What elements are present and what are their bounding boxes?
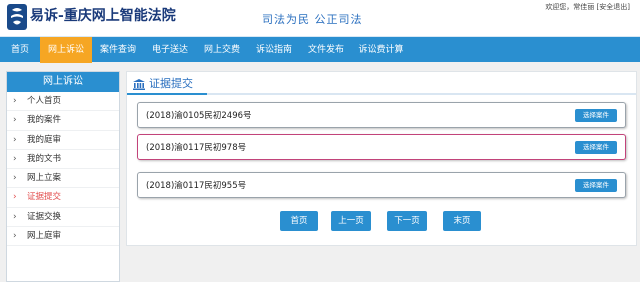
- main-nav: 首页 网上诉讼 案件查询 电子送达 网上交费 诉讼指南 文件发布 诉讼费计算: [0, 36, 640, 63]
- sidebar-item-label: 证据提交: [27, 192, 62, 203]
- page-title-text: 证据提交: [149, 77, 193, 90]
- chevron-right-icon: ›: [13, 115, 17, 126]
- page-title: 证据提交: [133, 75, 193, 93]
- nav-online-payment[interactable]: 网上交费: [196, 37, 248, 63]
- sidebar-item-my-cases[interactable]: › 我的案件: [7, 111, 119, 131]
- slogan: 司法为民 公正司法: [262, 13, 363, 26]
- pager-last-button[interactable]: 末页: [443, 211, 481, 231]
- sidebar-item-online-filing[interactable]: › 网上立案: [7, 169, 119, 189]
- nav-online-litigation[interactable]: 网上诉讼: [40, 37, 92, 63]
- chevron-right-icon: ›: [13, 231, 17, 242]
- sidebar-item-label: 我的庭审: [27, 134, 62, 145]
- chevron-right-icon: ›: [13, 211, 17, 222]
- nav-file-release[interactable]: 文件发布: [300, 37, 352, 63]
- sidebar-item-label: 证据交换: [27, 211, 62, 222]
- sidebar-item-my-hearings[interactable]: › 我的庭审: [7, 131, 119, 150]
- chevron-right-icon: ›: [13, 192, 17, 203]
- case-number: (2018)渝0117民初978号: [146, 143, 247, 153]
- top-header: 易诉-重庆网上智能法院 司法为民 公正司法 欢迎您，常佳丽 [安全退出]: [0, 0, 640, 36]
- chevron-right-icon: ›: [13, 173, 17, 184]
- case-card: (2018)渝0117民初978号 选择案件: [137, 134, 626, 160]
- select-case-button[interactable]: 选择案件: [575, 109, 617, 122]
- select-case-button[interactable]: 选择案件: [575, 141, 617, 154]
- chevron-right-icon: ›: [13, 153, 17, 164]
- main-panel: 证据提交 (2018)渝0105民初2496号 选择案件 (2018)渝0117…: [126, 71, 637, 246]
- sidebar-title: 网上诉讼: [7, 72, 119, 92]
- select-case-button[interactable]: 选择案件: [575, 179, 617, 192]
- title-divider-accent: [127, 93, 207, 95]
- sidebar-item-label: 我的文书: [27, 153, 62, 164]
- sidebar-item-online-hearing[interactable]: › 网上庭审: [7, 227, 119, 247]
- chevron-right-icon: ›: [13, 134, 17, 145]
- sidebar-item-evidence-exchange[interactable]: › 证据交换: [7, 208, 119, 228]
- pager-next-button[interactable]: 下一页: [387, 211, 427, 231]
- case-card: (2018)渝0105民初2496号 选择案件: [137, 102, 626, 128]
- sidebar-item-label: 个人首页: [27, 96, 62, 106]
- case-card: (2018)渝0117民初955号 选择案件: [137, 172, 626, 198]
- courthouse-icon: [133, 78, 145, 90]
- sidebar-item-label: 网上立案: [27, 173, 62, 184]
- pager-prev-button[interactable]: 上一页: [331, 211, 371, 231]
- nav-home[interactable]: 首页: [0, 37, 40, 63]
- nav-case-query[interactable]: 案件查询: [92, 37, 144, 63]
- pager-first-button[interactable]: 首页: [280, 211, 318, 231]
- sidebar-item-personal-home[interactable]: › 个人首页: [7, 92, 119, 112]
- sidebar-item-label: 我的案件: [27, 115, 62, 126]
- nav-litigation-guide[interactable]: 诉讼指南: [248, 37, 300, 63]
- chevron-right-icon: ›: [13, 96, 17, 106]
- sidebar-item-evidence-submission[interactable]: › 证据提交: [7, 188, 119, 208]
- sidebar: 网上诉讼 › 个人首页 › 我的案件 › 我的庭审 › 我的文书 › 网上立案 › 证据提交…: [6, 71, 120, 282]
- welcome-logout-link[interactable]: 欢迎您，常佳丽 [安全退出]: [545, 2, 630, 12]
- sidebar-item-label: 网上庭审: [27, 231, 62, 242]
- court-logo-icon: [7, 4, 27, 30]
- case-number: (2018)渝0117民初955号: [146, 181, 247, 191]
- sidebar-item-my-documents[interactable]: › 我的文书: [7, 150, 119, 170]
- nav-fee-calculator[interactable]: 诉讼费计算: [352, 37, 410, 63]
- site-title: 易诉-重庆网上智能法院: [30, 8, 176, 24]
- case-number: (2018)渝0105民初2496号: [146, 111, 252, 121]
- nav-e-service[interactable]: 电子送达: [144, 37, 196, 63]
